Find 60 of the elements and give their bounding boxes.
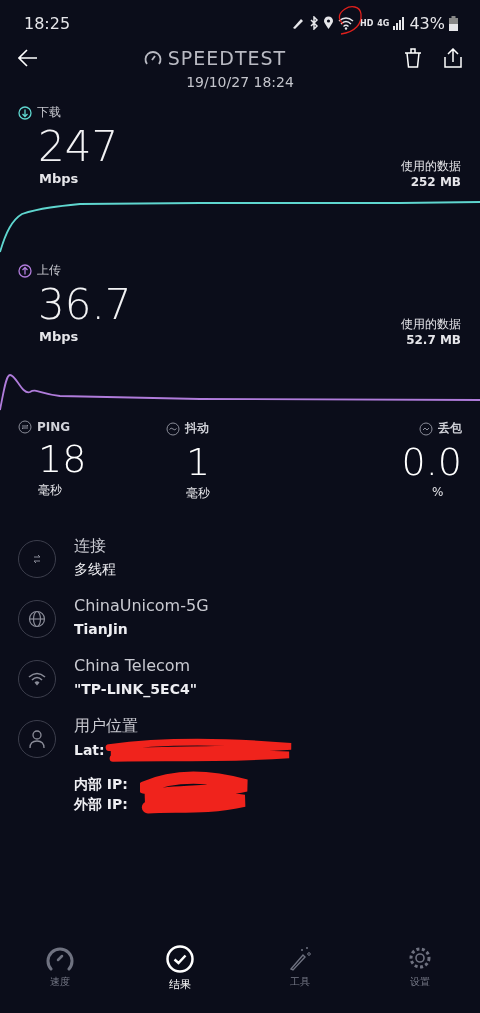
wifi-icon [337, 16, 356, 30]
ip-label: 外部 IP: [74, 795, 128, 814]
nav-tab[interactable]: 结果 [120, 939, 240, 1013]
metric-label: PING [37, 420, 71, 434]
metric-value: 1 [185, 439, 212, 485]
detail-subtitle: TianJin [74, 620, 128, 639]
metric-value: 18 [37, 436, 88, 482]
speed-value: 247 [37, 123, 119, 171]
detail-title: ChinaUnicom-5G [74, 595, 209, 617]
nav-tab[interactable]: 工具 [240, 939, 360, 1013]
battery-icon [449, 15, 458, 31]
signal-icon [393, 16, 406, 30]
wifi-icon [28, 672, 46, 686]
data-used-label: 使用的数据 [401, 158, 461, 175]
share-icon[interactable] [444, 48, 462, 68]
ip-label: 内部 IP: [74, 775, 128, 794]
location-icon [322, 16, 334, 30]
detail-subtitle: Lat: [74, 741, 105, 760]
detail-title: 连接 [74, 535, 107, 557]
jitter-icon [166, 421, 180, 436]
metric-label: 抖动 [185, 420, 209, 437]
detail-subtitle: 多线程 [74, 560, 116, 579]
ping-icon [18, 420, 32, 434]
speed-value: 36.7 [37, 281, 132, 329]
clock-time: 18:25 [24, 13, 71, 33]
gauge-icon [45, 945, 75, 971]
metric-unit: 毫秒 [185, 485, 211, 502]
bluetooth-icon [308, 16, 319, 30]
metric-unit: % [431, 485, 445, 499]
detail-subtitle: "TP-LINK_5EC4" [74, 680, 197, 700]
gear-icon [407, 945, 433, 971]
data-used-value: 252 MB [409, 175, 461, 189]
speed-label: 下载 [37, 104, 61, 121]
globe-icon [28, 610, 46, 628]
data-used-label: 使用的数据 [401, 316, 461, 333]
nav-tab[interactable]: 速度 [0, 939, 120, 1013]
hd-label: HD [359, 18, 374, 28]
metric-label: 丢包 [438, 420, 462, 437]
metric-value: 0.0 [401, 439, 462, 485]
nav-tab[interactable]: 设置 [360, 939, 480, 1013]
speedometer-icon [143, 49, 162, 67]
app-title: SPEEDTEST [167, 47, 287, 69]
connections-icon [31, 553, 43, 565]
battery-percent: 43% [409, 13, 445, 33]
metric-unit: 毫秒 [37, 482, 63, 499]
speed-label: 上传 [37, 262, 61, 279]
speed-unit: Mbps [38, 329, 79, 344]
magic-wand-icon [288, 945, 312, 971]
trash-icon[interactable] [404, 48, 422, 68]
data-used-value: 52.7 MB [405, 333, 461, 347]
back-arrow-icon[interactable] [18, 49, 38, 67]
detail-title: China Telecom [74, 655, 192, 677]
network-type: 4G [377, 18, 390, 28]
packet-loss-icon [419, 421, 433, 436]
detail-title: 用户位置 [74, 715, 139, 737]
person-icon [28, 729, 46, 749]
test-date: 19/10/27 18:24 [185, 74, 295, 92]
checkmark-icon [166, 945, 194, 973]
pen-icon [290, 16, 305, 30]
speed-unit: Mbps [38, 171, 79, 186]
